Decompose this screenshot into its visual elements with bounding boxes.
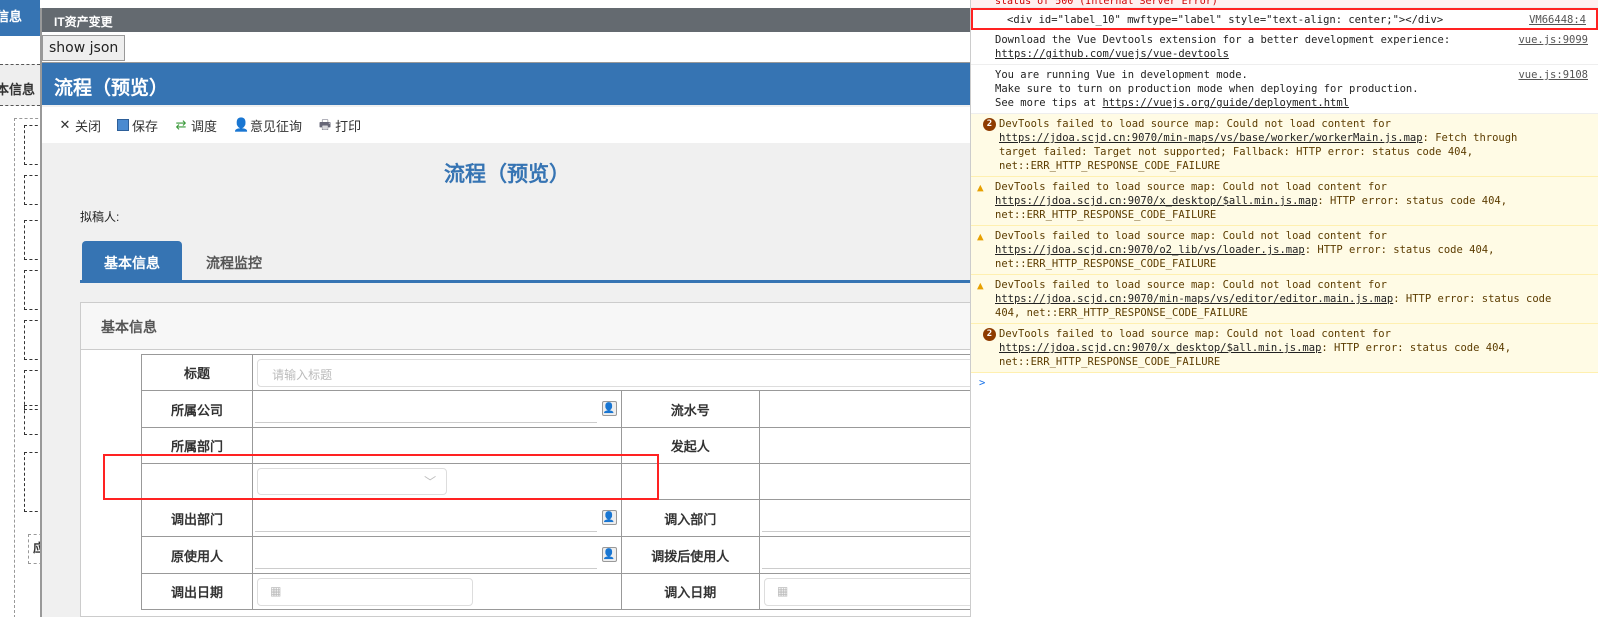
close-icon: ✕	[59, 117, 71, 132]
background-page: 信息 本信息 应	[0, 0, 40, 617]
initiator-value	[759, 427, 981, 464]
close-button[interactable]: ✕ 关闭	[58, 116, 101, 135]
console-log-label: <div id="label_10" mwftype="label" style…	[971, 8, 1598, 30]
toolbar: ✕ 关闭 保存 ⇄ 调度 👤 意见征询 🖶 打印	[42, 107, 970, 143]
console-link[interactable]: https://jdoa.scjd.cn:9070/x_desktop/$all…	[999, 342, 1321, 354]
out-dept-input[interactable]	[255, 531, 597, 532]
calendar-icon: ▦	[777, 583, 789, 598]
source-link[interactable]: vue.js:9108	[1518, 68, 1588, 82]
console-link[interactable]: https://jdoa.scjd.cn:9070/x_desktop/$all…	[995, 195, 1317, 207]
print-icon: 🖶	[318, 117, 332, 132]
table-row: 标题 请输入标题	[140, 354, 981, 391]
orig-user-input[interactable]	[255, 568, 597, 569]
user-picker-icon[interactable]: 👤	[601, 510, 617, 525]
dispatch-icon: ⇄	[175, 117, 187, 132]
console-warning: ▲ DevTools failed to load source map: Cou…	[971, 275, 1598, 324]
calendar-icon: ▦	[270, 583, 282, 598]
background-section: 本信息	[0, 64, 40, 106]
console-error-partial: status of 500 (Internal Server Error)	[971, 0, 1598, 8]
drafter-label: 拟稿人:	[80, 210, 120, 224]
console-prompt[interactable]: >	[971, 373, 1598, 393]
in-date-input[interactable]: ▦	[764, 577, 980, 606]
background-header: 信息	[0, 0, 40, 36]
repeat-count-badge: 2	[983, 118, 996, 131]
tab-bar: 基本信息 流程监控	[80, 241, 972, 283]
tab-process-monitor[interactable]: 流程监控	[184, 241, 284, 280]
it-asset-change-dialog: IT资产变更 show json 流程（预览） ✕ 关闭 保存 ⇄ 调度 👤 意见征询…	[40, 8, 981, 617]
devtools-console: status of 500 (Internal Server Error) <d…	[970, 0, 1598, 617]
serial-value	[759, 390, 981, 428]
print-button[interactable]: 🖶 打印	[318, 116, 361, 135]
console-warning: ▲ DevTools failed to load source map: Cou…	[971, 226, 1598, 275]
console-link[interactable]: https://github.com/vuejs/vue-devtools	[995, 48, 1229, 60]
console-link[interactable]: https://jdoa.scjd.cn:9070/o2_lib/vs/load…	[995, 244, 1305, 256]
warning-icon: ▲	[977, 279, 984, 292]
user-add-icon: 👤	[233, 117, 250, 132]
user-picker-icon[interactable]: 👤	[601, 547, 617, 562]
panel-title: 基本信息	[81, 303, 971, 350]
source-link[interactable]: VM66448:4	[1529, 13, 1586, 27]
show-json-button[interactable]: show json	[42, 35, 126, 61]
table-row: 调出日期 ▦ 调入日期 ▦	[140, 573, 981, 610]
table-row: 原使用人 👤 调拨后使用人	[140, 536, 981, 574]
warning-icon: ▲	[977, 181, 984, 194]
consult-button[interactable]: 👤 意见征询	[233, 116, 302, 135]
out-date-input[interactable]: ▦	[257, 577, 474, 606]
repeat-count-badge: 2	[983, 328, 996, 341]
user-picker-icon[interactable]: 👤	[601, 401, 617, 416]
console-warning: 2 DevTools failed to load source map: Cou…	[971, 324, 1598, 373]
table-row: 调出部门 👤 调入部门	[140, 499, 981, 537]
console-message: Download the Vue Devtools extension for …	[971, 30, 1598, 65]
source-link[interactable]: vue.js:9099	[1518, 33, 1588, 47]
console-link[interactable]: https://jdoa.scjd.cn:9070/min-maps/vs/ba…	[999, 132, 1423, 144]
in-dept-input[interactable]	[762, 531, 980, 532]
company-input[interactable]	[255, 422, 597, 423]
dialog-title: IT资产变更	[42, 8, 970, 32]
page-title: 流程（预览）	[444, 163, 570, 186]
form-header: 流程（预览）	[42, 63, 970, 105]
warning-icon: ▲	[977, 230, 984, 243]
console-warning: ▲ DevTools failed to load source map: Cou…	[971, 177, 1598, 226]
console-link[interactable]: https://vuejs.org/guide/deployment.html	[1102, 97, 1349, 109]
console-message: You are running Vue in development mode.…	[971, 65, 1598, 114]
title-input[interactable]: 请输入标题	[257, 358, 976, 387]
console-warning: 2 DevTools failed to load source map: Cou…	[971, 114, 1598, 177]
new-user-input[interactable]	[762, 568, 980, 569]
save-icon	[117, 119, 130, 131]
table-row: 所属公司 👤 流水号	[140, 390, 981, 428]
console-link[interactable]: https://jdoa.scjd.cn:9070/min-maps/vs/ed…	[995, 293, 1393, 305]
save-button[interactable]: 保存	[117, 116, 158, 135]
dispatch-button[interactable]: ⇄ 调度	[174, 116, 217, 135]
highlight-box	[103, 454, 659, 500]
background-partial: 应	[28, 534, 40, 564]
tab-basic-info[interactable]: 基本信息	[82, 241, 182, 280]
